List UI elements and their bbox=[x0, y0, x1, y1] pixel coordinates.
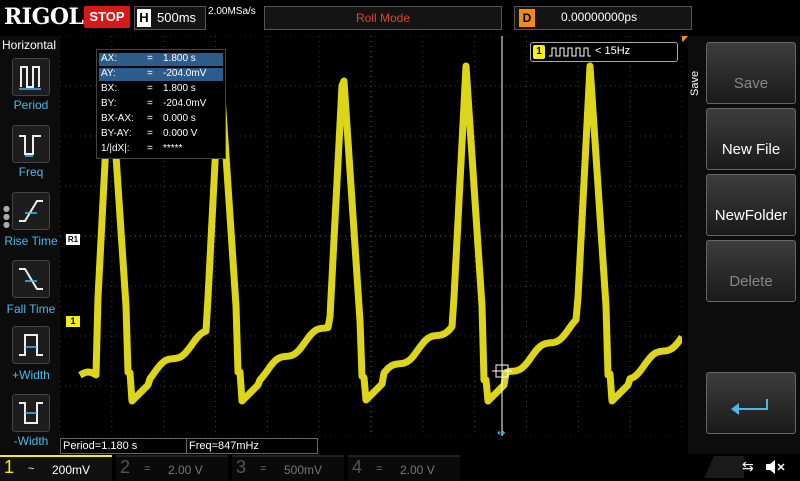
timebase-value: 500ms bbox=[157, 10, 197, 25]
cursor-key: BX: bbox=[101, 83, 118, 94]
cursor-readout-row: AY: = -204.0mV bbox=[99, 68, 223, 81]
cursor-key: BY-AY: bbox=[101, 128, 132, 139]
cursor-eq: = bbox=[147, 53, 153, 64]
ref-marker-r1: R1 bbox=[66, 234, 80, 245]
cursor-key: AX: bbox=[101, 53, 118, 64]
return-button[interactable] bbox=[706, 372, 796, 434]
channel-scale: 2.00 V bbox=[400, 463, 435, 477]
cursor-eq: = bbox=[147, 68, 153, 79]
menu-item-label: Freq bbox=[18, 165, 44, 179]
freq-measurement: Freq=847mHz bbox=[186, 438, 318, 454]
new-folder-button[interactable]: NewFolder bbox=[706, 174, 796, 236]
cursor-eq: = bbox=[147, 128, 153, 139]
menu-item-label: Fall Time bbox=[6, 302, 56, 316]
timebase-label: H bbox=[137, 9, 151, 27]
menu-item-label: Period bbox=[13, 98, 49, 112]
trigger-info-box[interactable]: 1 < 15Hz bbox=[530, 42, 678, 62]
delay-box[interactable]: D 0.00000000ps bbox=[514, 6, 692, 30]
cursor-readout-row: AX: = 1.800 s bbox=[99, 53, 223, 66]
cursor-readout-row: BY: = -204.0mV bbox=[99, 98, 223, 111]
save-button[interactable]: Save bbox=[706, 42, 796, 104]
coupling-icon: = bbox=[376, 463, 383, 475]
cursor-value: -204.0mV bbox=[163, 68, 207, 79]
cursor-eq: = bbox=[147, 113, 153, 124]
cursor-readout-row: BX: = 1.800 s bbox=[99, 83, 223, 96]
usb-icon: ⇆ bbox=[742, 459, 754, 475]
cursor-value: 1.800 s bbox=[163, 83, 196, 94]
cursor-eq: = bbox=[147, 143, 153, 154]
period-icon bbox=[12, 58, 50, 96]
new-file-button-label: New File bbox=[721, 141, 781, 158]
timebase-box[interactable]: H 500ms bbox=[134, 6, 206, 30]
trigger-channel: 1 bbox=[533, 45, 545, 59]
cursor-value: 0.000 s bbox=[163, 113, 196, 124]
cursor-value: -204.0mV bbox=[163, 98, 207, 109]
delete-button-label: Delete bbox=[729, 273, 773, 290]
sample-rate: 2.00MSa/s bbox=[208, 6, 256, 17]
channel-tab-1[interactable]: 1 ~200mV bbox=[0, 455, 112, 481]
left-menu-title: Horizontal bbox=[2, 38, 57, 52]
delay-label: D bbox=[519, 9, 535, 27]
run-stop-status[interactable]: STOP bbox=[84, 6, 130, 28]
save-button-label: Save bbox=[733, 75, 769, 92]
menu-item-label: -Width bbox=[13, 434, 49, 448]
new-file-button[interactable]: New File bbox=[706, 108, 796, 170]
cursor-value: 0.000 V bbox=[163, 128, 198, 139]
channel-scale: 500mV bbox=[284, 463, 323, 477]
menu-item-label: +Width bbox=[12, 368, 50, 382]
pos-width-icon bbox=[12, 326, 50, 364]
cursor-value: 1.800 s bbox=[163, 53, 196, 64]
channel-tab-3[interactable]: 3 = 500mV bbox=[232, 455, 344, 481]
delay-value: 0.00000000ps bbox=[561, 10, 638, 24]
rise-time-icon bbox=[12, 192, 50, 230]
coupling-icon: = bbox=[260, 463, 267, 475]
cursor-eq: = bbox=[147, 98, 153, 109]
delete-button[interactable]: Delete bbox=[706, 240, 796, 302]
channel-tab-4[interactable]: 4 = 2.00 V bbox=[348, 455, 460, 481]
cursor-readout-row: BX-AX: = 0.000 s bbox=[99, 113, 223, 126]
speaker-mute-icon[interactable] bbox=[764, 458, 786, 476]
fall-time-icon bbox=[12, 260, 50, 298]
menu-item-label: Rise Time bbox=[4, 234, 58, 248]
neg-width-icon bbox=[12, 394, 50, 432]
cursor-key: BX-AX: bbox=[101, 113, 134, 124]
cursor-x-marker-icon: ↔ bbox=[497, 428, 505, 436]
channel-number: 1 bbox=[4, 457, 15, 477]
cursor-eq: = bbox=[147, 83, 153, 94]
cursor-readout-row: 1/|dX|: = ***** bbox=[99, 143, 223, 156]
channel-number: 4 bbox=[352, 457, 363, 477]
brand-logo: RIGOL bbox=[4, 4, 84, 30]
corner-decor-icon bbox=[704, 456, 744, 478]
channel-number: 2 bbox=[120, 457, 131, 477]
new-folder-button-label: NewFolder bbox=[714, 207, 788, 224]
cursor-key: AY: bbox=[101, 68, 116, 79]
ch1-offset-marker[interactable]: 1 bbox=[66, 316, 80, 327]
cursor-key: BY: bbox=[101, 98, 117, 109]
channel-tab-2[interactable]: 2 = 2.00 V bbox=[116, 455, 228, 481]
coupling-icon: = bbox=[144, 463, 151, 475]
pulse-trigger-icon bbox=[549, 47, 591, 57]
return-arrow-icon bbox=[731, 399, 768, 415]
trigger-value: < 15Hz bbox=[595, 45, 631, 57]
channel-scale: 2.00 V bbox=[168, 463, 203, 477]
cursor-value: ***** bbox=[163, 143, 183, 154]
channel-number: 3 bbox=[236, 457, 247, 477]
period-measurement: Period=1.180 s bbox=[60, 438, 188, 454]
channel-scale: 200mV bbox=[52, 463, 91, 477]
cursor-readout-table: AX: = 1.800 s AY: = -204.0mV BX: = 1.800 s BY: = -2… bbox=[96, 49, 226, 159]
cursor-readout-row: BY-AY: = 0.000 V bbox=[99, 128, 223, 141]
page-dots-icon: ● ● ● bbox=[3, 204, 10, 229]
acquire-mode: Roll Mode bbox=[264, 6, 502, 30]
coupling-icon: ~ bbox=[28, 463, 35, 475]
cursor-key: 1/|dX|: bbox=[101, 143, 130, 154]
freq-icon bbox=[12, 125, 50, 163]
right-menu-title: Save bbox=[689, 70, 701, 96]
